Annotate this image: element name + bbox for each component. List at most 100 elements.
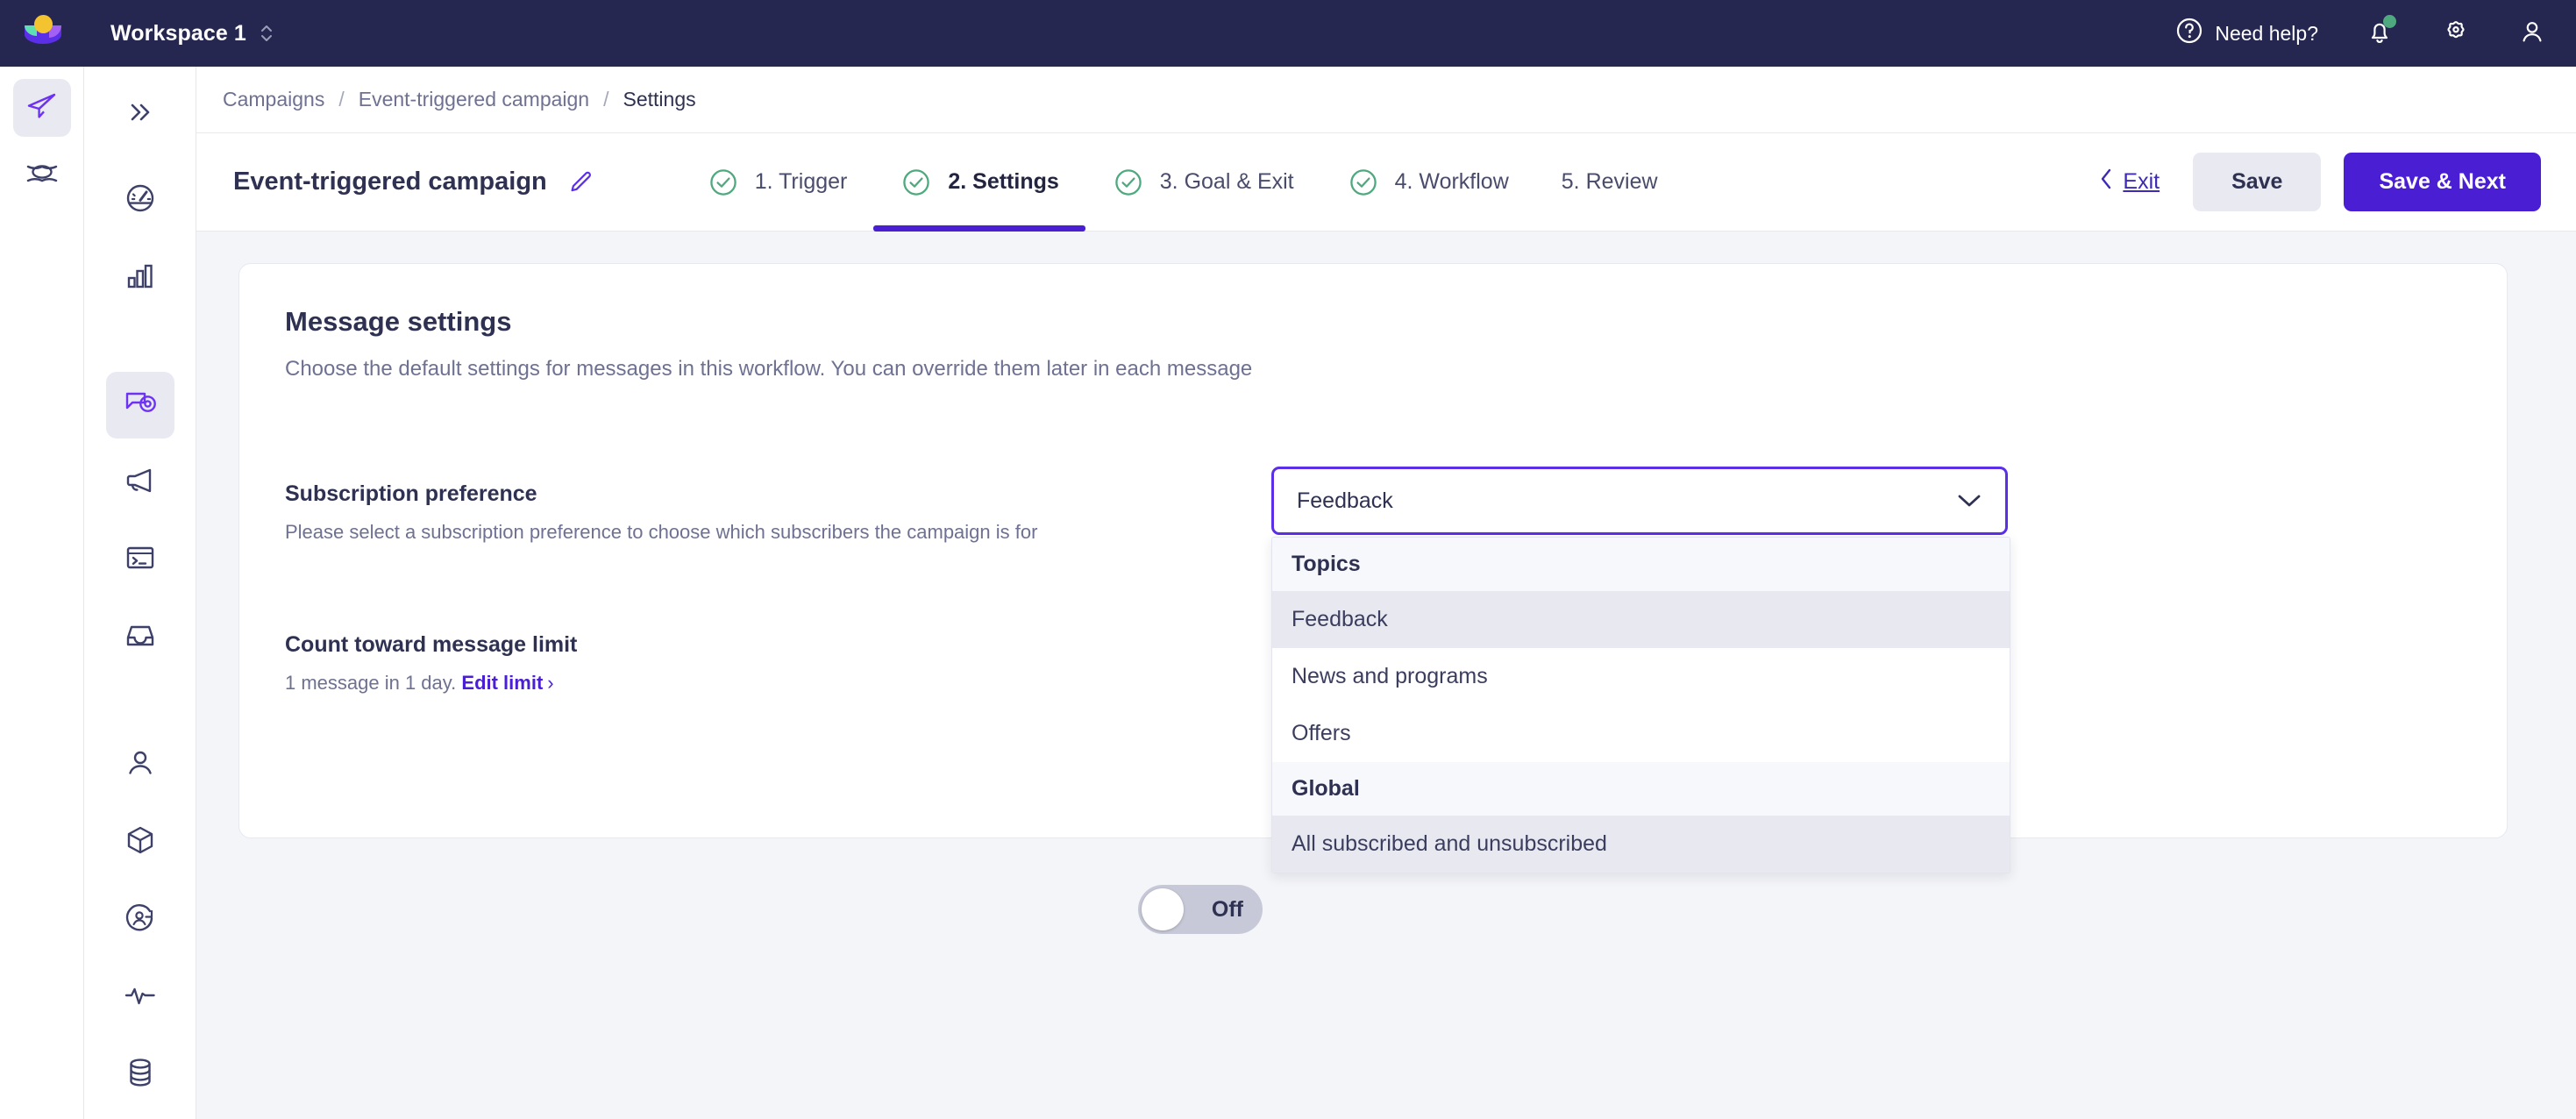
card-subtitle: Choose the default settings for messages… bbox=[285, 357, 1253, 381]
top-bar-actions: Need help? bbox=[2175, 14, 2546, 51]
inbox-icon bbox=[123, 621, 158, 655]
paper-plane-icon bbox=[25, 89, 60, 128]
cube-icon bbox=[124, 823, 157, 861]
settings-button[interactable] bbox=[2441, 17, 2471, 51]
workspace-name: Workspace 1 bbox=[110, 20, 246, 46]
layers-stack-icon bbox=[24, 160, 60, 194]
exit-button[interactable]: Exit bbox=[2100, 167, 2160, 196]
sidebar-item-broadcasts[interactable] bbox=[106, 449, 174, 516]
check-circle-icon bbox=[1347, 166, 1380, 199]
breadcrumb-separator: / bbox=[338, 88, 345, 110]
campaign-title-group: Event-triggered campaign bbox=[233, 167, 593, 196]
audience-icon bbox=[123, 902, 158, 939]
subscription-preference-select-wrap: Feedback Topics Feedback News and progra… bbox=[1271, 467, 2010, 873]
sidebar-item-inbox[interactable] bbox=[106, 604, 174, 671]
chevron-right-icon: › bbox=[547, 672, 554, 694]
sidebar-item-data-sources[interactable] bbox=[106, 1042, 174, 1108]
save-button[interactable]: Save bbox=[2193, 153, 2322, 211]
speedometer-icon bbox=[123, 181, 158, 220]
chevron-down-icon[interactable] bbox=[1956, 492, 1982, 510]
step-label: 5. Review bbox=[1561, 169, 1658, 194]
selected-value: Feedback bbox=[1297, 488, 1393, 513]
need-help-label: Need help? bbox=[2215, 21, 2318, 45]
sidebar-item-activity[interactable] bbox=[106, 964, 174, 1030]
subscription-preference-dropdown: Topics Feedback News and programs Offers… bbox=[1271, 537, 2010, 873]
message-limit-label: Count toward message limit bbox=[285, 632, 578, 657]
dropdown-option-offers[interactable]: Offers bbox=[1272, 705, 2010, 762]
rail-item-campaigns[interactable] bbox=[12, 79, 71, 137]
sidebar-nav bbox=[84, 67, 196, 1119]
sidebar-item-objects[interactable] bbox=[106, 809, 174, 876]
dropdown-group-topics: Topics bbox=[1272, 538, 2010, 591]
message-limit-detail: 1 message in 1 day. Edit limit › bbox=[285, 672, 577, 695]
dropdown-option-all-subscribed-and-unsubscribed[interactable]: All subscribed and unsubscribed bbox=[1272, 816, 2010, 873]
breadcrumb-item-campaigns[interactable]: Campaigns bbox=[223, 88, 324, 111]
check-circle-icon bbox=[900, 166, 933, 199]
campaign-target-icon bbox=[122, 387, 159, 423]
notification-badge-dot bbox=[2383, 14, 2396, 28]
pencil-icon[interactable] bbox=[566, 169, 593, 196]
check-circle-icon bbox=[1112, 166, 1145, 199]
step-label: 4. Workflow bbox=[1394, 169, 1509, 194]
message-limit-toggle-group: Off bbox=[1138, 885, 1263, 934]
account-button[interactable] bbox=[2518, 18, 2546, 50]
step-goal-exit[interactable]: 3. Goal & Exit bbox=[1085, 133, 1320, 232]
rail-item-data[interactable] bbox=[13, 147, 71, 205]
person-icon bbox=[124, 748, 157, 782]
wizard-actions: Exit Save Save & Next bbox=[2100, 153, 2541, 211]
subscription-preference-row: Subscription preference Please select a … bbox=[285, 481, 1407, 544]
breadcrumb-item-campaign[interactable]: Event-triggered campaign bbox=[359, 88, 589, 111]
card-title: Message settings bbox=[285, 306, 512, 337]
terminal-icon bbox=[124, 544, 157, 576]
gear-icon bbox=[2441, 17, 2471, 51]
dropdown-option-news-and-programs[interactable]: News and programs bbox=[1272, 648, 2010, 705]
message-limit-text: 1 message in 1 day. bbox=[285, 672, 457, 694]
step-label: 2. Settings bbox=[948, 169, 1059, 194]
workspace-switcher-icon[interactable] bbox=[259, 20, 274, 46]
count-toward-message-limit-toggle[interactable]: Off bbox=[1138, 885, 1263, 934]
toggle-knob bbox=[1142, 888, 1184, 930]
app-logo-icon[interactable] bbox=[19, 10, 67, 57]
subscription-preference-label: Subscription preference bbox=[285, 481, 537, 506]
sidebar-item-people[interactable] bbox=[106, 731, 174, 798]
chevron-left-icon bbox=[2100, 167, 2114, 196]
breadcrumb-separator: / bbox=[603, 88, 609, 110]
exit-label: Exit bbox=[2123, 169, 2160, 194]
sidebar-item-dashboard[interactable] bbox=[106, 167, 174, 233]
sidebar-item-audience[interactable] bbox=[106, 887, 174, 953]
page-title: Event-triggered campaign bbox=[233, 167, 547, 196]
edit-limit-link[interactable]: Edit limit bbox=[461, 672, 543, 694]
sidebar-collapse-toggle[interactable] bbox=[106, 81, 174, 147]
user-icon bbox=[2518, 18, 2546, 50]
breadcrumb-item-settings: Settings bbox=[623, 88, 696, 110]
double-chevron-right-icon bbox=[125, 101, 155, 128]
toggle-state-label: Off bbox=[1211, 896, 1243, 922]
pulse-icon bbox=[123, 982, 158, 1013]
step-review[interactable]: 5. Review bbox=[1535, 133, 1684, 232]
megaphone-icon bbox=[123, 467, 158, 499]
sidebar-item-analytics[interactable] bbox=[106, 245, 174, 311]
wizard-header: Event-triggered campaign 1. Trigger 2. S… bbox=[196, 133, 2576, 232]
database-icon bbox=[125, 1056, 156, 1094]
message-limit-row: Count toward message limit 1 message in … bbox=[285, 632, 577, 695]
notifications-button[interactable] bbox=[2366, 14, 2396, 51]
sidebar-item-transactional[interactable] bbox=[106, 527, 174, 594]
subscription-preference-description: Please select a subscription preference … bbox=[285, 521, 1038, 543]
dropdown-option-feedback[interactable]: Feedback bbox=[1272, 591, 2010, 648]
check-circle-icon bbox=[707, 166, 740, 199]
subscription-preference-select[interactable]: Feedback bbox=[1271, 467, 2008, 535]
step-settings[interactable]: 2. Settings bbox=[873, 133, 1086, 232]
wizard-steps: 1. Trigger 2. Settings 3. Goal & Exit 4.… bbox=[680, 133, 1684, 232]
step-label: 1. Trigger bbox=[754, 169, 848, 194]
breadcrumb: Campaigns / Event-triggered campaign / S… bbox=[196, 67, 2576, 133]
need-help-button[interactable]: Need help? bbox=[2175, 17, 2318, 50]
top-bar: Workspace 1 Need help? bbox=[0, 0, 2576, 67]
save-and-next-button[interactable]: Save & Next bbox=[2344, 153, 2541, 211]
step-trigger[interactable]: 1. Trigger bbox=[680, 133, 874, 232]
help-circle-icon bbox=[2175, 17, 2203, 50]
sidebar-item-campaigns[interactable] bbox=[105, 371, 174, 439]
dropdown-group-global: Global bbox=[1272, 762, 2010, 816]
step-workflow[interactable]: 4. Workflow bbox=[1320, 133, 1535, 232]
bar-chart-icon bbox=[124, 260, 157, 296]
product-rail bbox=[0, 67, 84, 1119]
